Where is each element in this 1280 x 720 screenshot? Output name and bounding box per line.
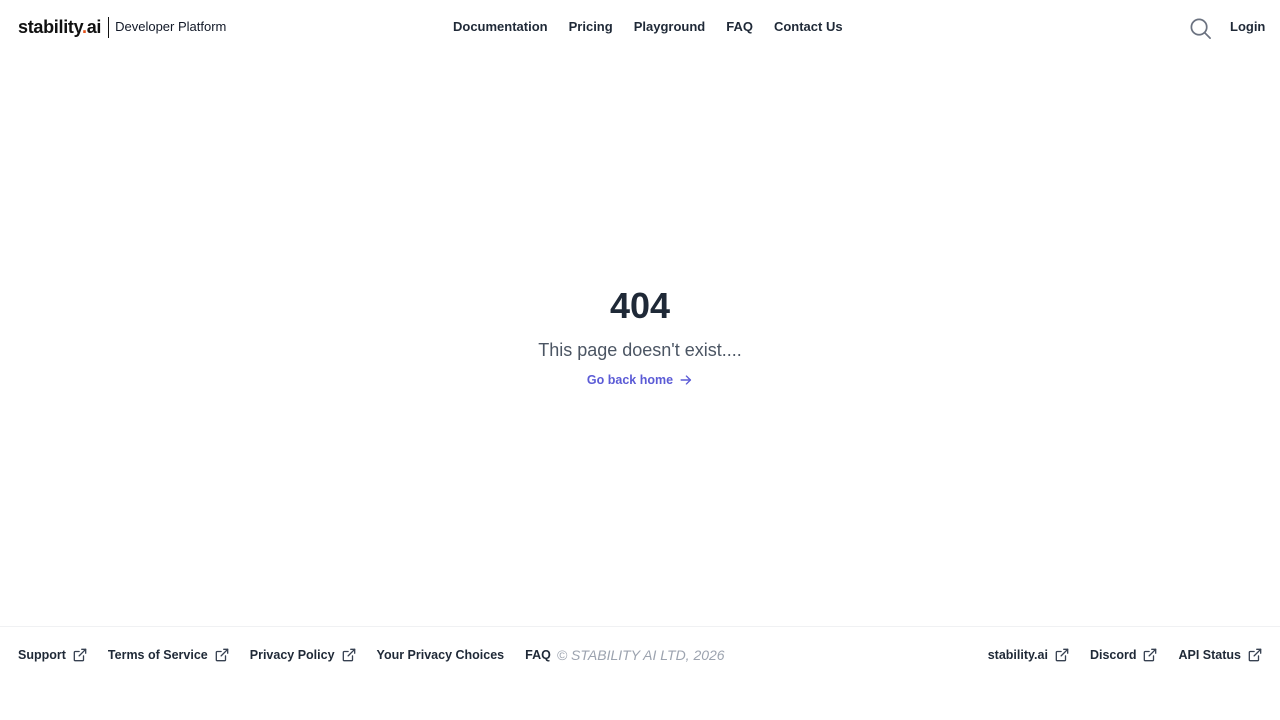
search-button[interactable] <box>1188 16 1212 40</box>
external-link-icon <box>1248 648 1262 662</box>
footer-privacy-choices-link[interactable]: Your Privacy Choices <box>377 647 505 663</box>
brand-subtitle: Developer Platform <box>115 19 227 34</box>
stability-logo: stability.ai <box>18 17 102 37</box>
login-link[interactable]: Login <box>1230 19 1265 35</box>
footer-terms-link[interactable]: Terms of Service <box>108 647 229 663</box>
footer-faq-link[interactable]: FAQ <box>525 647 551 663</box>
external-link-icon <box>215 648 229 662</box>
footer-api-status-link[interactable]: API Status <box>1178 647 1262 663</box>
site-footer: Support Terms of Service Privacy Policy … <box>0 626 1280 720</box>
not-found-section: 404 This page doesn't exist.... Go back … <box>0 280 1280 389</box>
arrow-right-icon <box>680 375 692 385</box>
nav-faq[interactable]: FAQ <box>726 19 753 35</box>
search-icon <box>1190 18 1211 39</box>
nav-contact-us[interactable]: Contact Us <box>774 19 843 35</box>
external-link-icon <box>1144 648 1157 662</box>
site-header: stability.ai Developer Platform Document… <box>0 0 1280 56</box>
external-link-icon <box>1055 648 1069 662</box>
nav-playground[interactable]: Playground <box>634 19 706 35</box>
nav-pricing[interactable]: Pricing <box>569 19 613 35</box>
footer-right-links: stability.ai Discord API Status <box>967 647 1262 663</box>
external-link-icon <box>342 648 355 662</box>
external-link-icon <box>73 648 87 662</box>
footer-stability-link[interactable]: stability.ai <box>988 647 1069 663</box>
nav-documentation[interactable]: Documentation <box>453 19 548 35</box>
error-code: 404 <box>609 285 671 326</box>
error-message: This page doesn't exist.... <box>538 340 742 360</box>
go-back-home-label: Go back home <box>586 373 674 387</box>
footer-support-link[interactable]: Support <box>18 647 87 663</box>
footer-left-links: Support Terms of Service Privacy Policy … <box>18 647 725 663</box>
brand-divider <box>108 16 110 38</box>
footer-privacy-link[interactable]: Privacy Policy <box>250 647 356 663</box>
footer-discord-link[interactable]: Discord <box>1090 647 1158 663</box>
go-back-home-link[interactable]: Go back home <box>587 372 693 388</box>
brand-home-link[interactable]: stability.ai Developer Platform <box>18 16 226 38</box>
copyright-text: © STABILITY AI LTD, 2026 <box>556 647 725 663</box>
main-nav: Documentation Pricing Playground FAQ Con… <box>453 19 843 35</box>
